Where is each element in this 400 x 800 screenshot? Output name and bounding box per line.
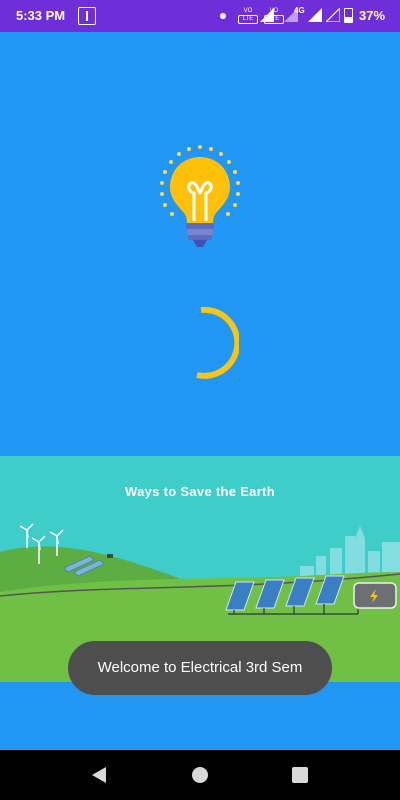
- home-circle-icon[interactable]: [192, 767, 208, 783]
- notification-dot-icon: [220, 13, 226, 19]
- sim2-volte-label: VO: [269, 8, 279, 14]
- battery-icon: [344, 8, 353, 23]
- sim2-lte-label: LTE: [264, 15, 284, 24]
- banner-title: Ways to Save the Earth: [125, 484, 275, 499]
- light-bulb-icon: [160, 145, 240, 247]
- welcome-toast: Welcome to Electrical 3rd Sem: [68, 641, 332, 695]
- status-time: 5:33 PM: [16, 8, 66, 23]
- sim1-lte-label: LTE: [238, 15, 258, 24]
- network-type: 4G: [294, 6, 305, 15]
- navigation-bar: [0, 750, 400, 800]
- sim1-volte-indicator: VO LTE: [238, 7, 258, 25]
- battery-percent: 37%: [359, 8, 386, 23]
- loading-spinner-icon: [196, 306, 239, 379]
- back-triangle-icon[interactable]: [90, 766, 108, 784]
- usb-icon: [78, 7, 96, 25]
- sim4-signal-icon: [326, 8, 340, 22]
- sim3-signal-icon: [308, 8, 322, 22]
- sim2-volte-indicator: VO LTE: [264, 7, 284, 25]
- sim1-volte-label: VO: [243, 8, 253, 14]
- status-bar: 5:33 PM VO LTE VO LTE 4G 37%: [0, 0, 400, 32]
- recents-square-icon[interactable]: [292, 767, 308, 783]
